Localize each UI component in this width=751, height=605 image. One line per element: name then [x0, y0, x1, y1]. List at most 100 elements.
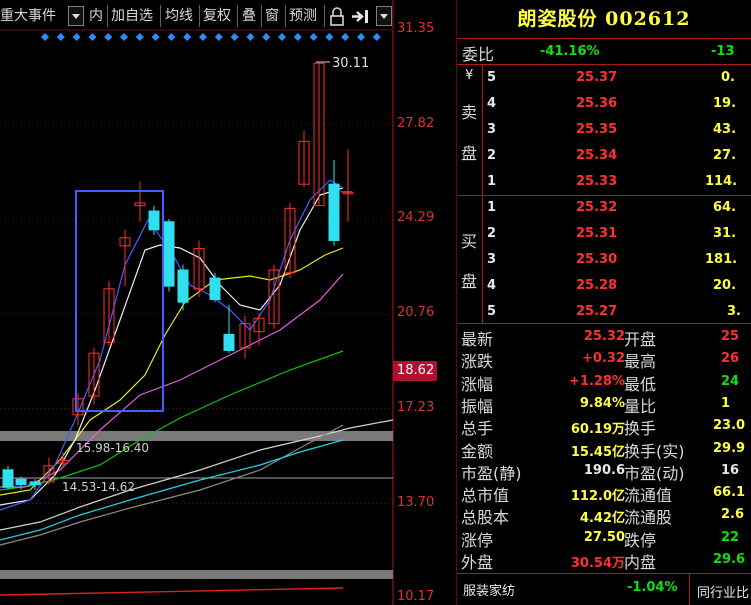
stat-label: 涨停 — [461, 530, 494, 550]
stat-value: 24 — [721, 373, 740, 389]
sell-volume: 19. — [713, 96, 737, 111]
stat-label: 总市值 — [461, 486, 510, 506]
buy-price: 25.28 — [576, 278, 618, 293]
candle-body — [15, 478, 27, 486]
divider — [457, 573, 751, 574]
candle-body — [163, 221, 175, 287]
divider — [457, 323, 751, 324]
candle-body — [2, 469, 14, 488]
event-marker — [357, 33, 365, 41]
stat-label: 涨幅 — [461, 374, 494, 394]
price-tick: 24.29 — [397, 210, 435, 225]
sell-label: 卖 — [461, 103, 478, 122]
peer-compare-label[interactable]: 同行业比 — [697, 582, 749, 601]
buy-level: 4 — [487, 278, 497, 293]
sell-price: 25.33 — [576, 174, 618, 189]
divider — [457, 38, 751, 39]
candle-body — [209, 277, 221, 301]
event-marker — [88, 33, 97, 41]
buy-price: 25.27 — [576, 304, 618, 319]
stat-label: 市盈(静) — [461, 463, 522, 483]
divider — [457, 195, 751, 196]
stat-label: 换手 — [624, 419, 657, 439]
stat-value: 4.42亿 — [579, 511, 625, 527]
candle-body — [177, 269, 189, 303]
stat-value: 25.32 — [583, 329, 625, 344]
stat-label: 量比 — [624, 396, 657, 416]
gap-label: 14.53-14.62 — [62, 480, 135, 494]
buy-label: 盘 — [461, 272, 478, 291]
stat-label: 最高 — [624, 352, 657, 372]
stat-label: 换手(实) — [624, 441, 685, 461]
price-tick: 27.82 — [397, 116, 435, 131]
ma-line-cyan — [0, 439, 344, 541]
sell-label: 盘 — [461, 144, 478, 163]
gap-band — [0, 570, 393, 579]
buy-volume: 20. — [713, 278, 737, 293]
stat-label: 市盈(动) — [624, 463, 685, 483]
stat-value: 26 — [721, 351, 740, 367]
event-marker — [56, 33, 65, 41]
event-marker — [341, 33, 350, 41]
sell-price: 25.37 — [576, 70, 618, 85]
stat-value: 15.45亿 — [570, 444, 625, 460]
event-marker — [104, 33, 113, 41]
sell-level: 5 — [487, 70, 497, 85]
kline-chart[interactable]: 30.11 15.98-16.40 14.53-14.62 — [0, 0, 457, 605]
stat-label: 最低 — [624, 374, 657, 394]
yuan-symbol: ¥ — [465, 68, 474, 83]
event-marker — [246, 33, 255, 41]
weibi-label: 委比 — [462, 45, 495, 64]
stat-value: 30.54万 — [570, 556, 625, 571]
stat-value: 190.6 — [583, 462, 625, 478]
candle-body — [29, 481, 41, 486]
stat-value: 1 — [721, 395, 731, 411]
buy-volume: 31. — [713, 226, 737, 241]
event-marker — [72, 33, 81, 41]
buy-price: 25.32 — [576, 200, 618, 215]
price-tick: 10.17 — [397, 589, 435, 604]
sell-level: 2 — [487, 148, 497, 163]
buy-level: 5 — [487, 304, 497, 319]
price-tick: 13.70 — [397, 495, 435, 510]
buy-label: 买 — [461, 232, 478, 251]
buy-volume: 64. — [713, 200, 737, 215]
stat-label: 流通值 — [624, 486, 673, 506]
sell-price: 25.36 — [576, 96, 618, 111]
buy-level: 1 — [487, 200, 497, 215]
stat-value: 22 — [721, 529, 740, 545]
stat-value: 9.84% — [579, 395, 625, 411]
candle-body — [223, 333, 235, 351]
weicha-value: -13 — [711, 44, 735, 59]
event-marker — [325, 33, 334, 41]
price-tick: 20.76 — [397, 305, 435, 320]
stat-label: 外盘 — [461, 553, 494, 572]
divider — [457, 64, 751, 65]
stat-label: 最新 — [461, 330, 494, 349]
event-marker — [151, 33, 160, 41]
stat-value: 2.6 — [721, 507, 745, 523]
stat-label: 总手 — [461, 419, 494, 439]
sell-level: 1 — [487, 174, 497, 189]
buy-level: 2 — [487, 226, 497, 241]
stat-value: 23.0 — [713, 418, 746, 434]
buy-volume: 3. — [727, 304, 741, 319]
stat-value: 16 — [721, 462, 740, 478]
stat-value: 25 — [721, 329, 740, 344]
sell-volume: 43. — [713, 122, 737, 137]
stat-label: 跌停 — [624, 530, 657, 550]
stat-label: 开盘 — [624, 330, 657, 349]
quote-panel: 朗姿股份 002612 委比 -41.16% -13 ¥ 卖 盘 5 25.37… — [457, 0, 751, 605]
stat-value: +1.28% — [569, 373, 625, 389]
sector-label[interactable]: 服装家纺 — [463, 580, 515, 599]
stat-value: 29.9 — [713, 440, 746, 456]
stat-value: +0.32 — [582, 351, 625, 367]
candle-body — [148, 210, 160, 231]
gap-label: 15.98-16.40 — [76, 441, 149, 455]
stat-label: 涨跌 — [461, 352, 494, 372]
stat-value: 29.6 — [713, 552, 746, 567]
event-marker — [41, 33, 49, 41]
stat-label: 振幅 — [461, 396, 494, 416]
event-marker — [214, 33, 223, 41]
event-marker — [120, 33, 128, 41]
